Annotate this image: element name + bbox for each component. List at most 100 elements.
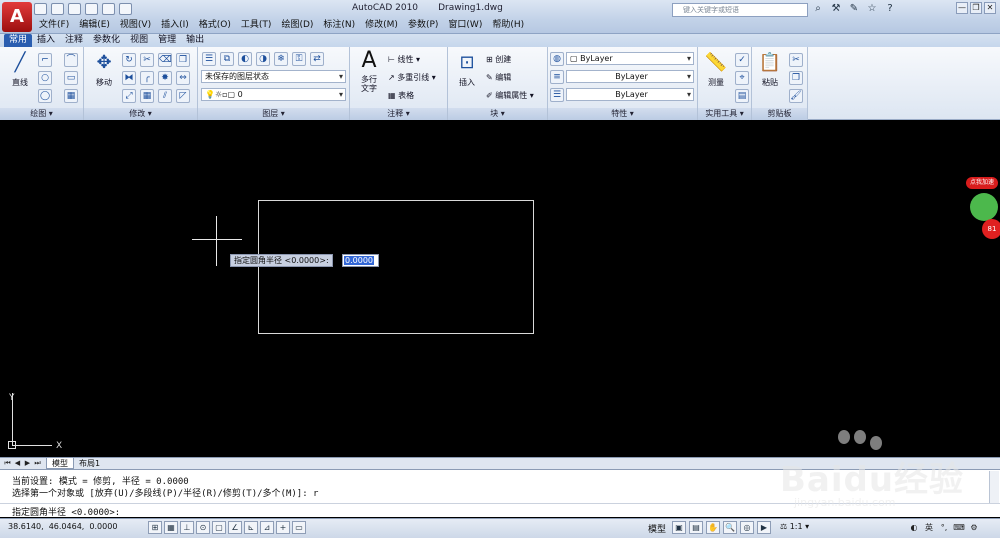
linetype-icon[interactable]: ≡ xyxy=(550,70,564,84)
ime-language[interactable]: 英 xyxy=(923,521,935,534)
grid-icon[interactable]: ▦ xyxy=(164,521,178,534)
menu-draw[interactable]: 绘图(D) xyxy=(276,17,318,33)
tab-layout1[interactable]: 布局1 xyxy=(74,458,105,469)
copy-clip-icon[interactable]: ❐ xyxy=(789,71,803,85)
menu-view[interactable]: 视图(V) xyxy=(115,17,156,33)
tab-output[interactable]: 输出 xyxy=(181,34,209,47)
layer-state-dropdown[interactable]: 未保存的图层状态 xyxy=(201,70,346,83)
open-file-icon[interactable] xyxy=(51,3,64,15)
showmotion-icon[interactable]: ▶ xyxy=(757,521,771,534)
ortho-icon[interactable]: ⊥ xyxy=(180,521,194,534)
close-button[interactable]: ✕ xyxy=(984,2,996,14)
zoom-icon[interactable]: 🔍 xyxy=(723,521,737,534)
dyn-icon[interactable]: ⊿ xyxy=(260,521,274,534)
edit-block-button[interactable]: ✎ 编辑 xyxy=(486,72,511,83)
menu-parametric[interactable]: 参数(P) xyxy=(403,17,443,33)
layer-isolate-icon[interactable]: ◑ xyxy=(256,52,270,66)
snap-icon[interactable]: ⊞ xyxy=(148,521,162,534)
mtext-button[interactable]: A 多行 文字 xyxy=(354,49,384,94)
paste-button[interactable]: 📋 粘贴 xyxy=(754,51,786,88)
tab-home[interactable]: 常用 xyxy=(4,34,33,47)
ducs-icon[interactable]: ⊾ xyxy=(244,521,258,534)
measure-button[interactable]: 📏 测量 xyxy=(700,51,732,88)
menu-dimension[interactable]: 标注(N) xyxy=(318,17,360,33)
multileader-button[interactable]: ↗ 多重引线 ▾ xyxy=(388,72,436,83)
undo-icon[interactable] xyxy=(85,3,98,15)
prev-tab-icon[interactable]: ◀ xyxy=(13,459,22,468)
insert-block-button[interactable]: ⊡ 插入 xyxy=(452,51,482,88)
match-properties-icon[interactable]: 🖌 xyxy=(789,89,803,103)
application-menu-button[interactable]: A xyxy=(2,2,32,32)
annotation-scale[interactable]: ⚖ 1:1 ▾ xyxy=(780,522,809,531)
menu-modify[interactable]: 修改(M) xyxy=(360,17,403,33)
help-search-input[interactable]: 键入关键字或短语 xyxy=(672,3,808,17)
modify-panel-title[interactable]: 修改 ▾ xyxy=(84,108,197,120)
quick-view-layouts-icon[interactable]: ▣ xyxy=(672,521,686,534)
table-button[interactable]: ▦ 表格 xyxy=(388,90,414,101)
hatch-icon[interactable]: ▦ xyxy=(64,89,78,103)
new-file-icon[interactable] xyxy=(34,3,47,15)
last-tab-icon[interactable]: ⏭ xyxy=(33,459,42,468)
layer-freeze-icon[interactable]: ❄ xyxy=(274,52,288,66)
menu-window[interactable]: 窗口(W) xyxy=(443,17,487,33)
menu-insert[interactable]: 插入(I) xyxy=(156,17,194,33)
communication-icon[interactable]: ✎ xyxy=(848,3,860,15)
circle-icon[interactable]: ○ xyxy=(38,71,52,85)
first-tab-icon[interactable]: ⏮ xyxy=(3,459,12,468)
color-wheel-icon[interactable]: ◍ xyxy=(550,52,564,66)
annotation-panel-title[interactable]: 注释 ▾ xyxy=(350,108,447,120)
steeringwheel-icon[interactable]: ◎ xyxy=(740,521,754,534)
menu-edit[interactable]: 编辑(E) xyxy=(74,17,115,33)
linear-dim-button[interactable]: ⊢ 线性 ▾ xyxy=(388,54,420,65)
ime-mode-icon[interactable]: ◐ xyxy=(908,521,920,534)
block-panel-title[interactable]: 块 ▾ xyxy=(448,108,547,120)
ime-settings-icon[interactable]: ⚙ xyxy=(968,521,980,534)
next-tab-icon[interactable]: ▶ xyxy=(23,459,32,468)
tab-insert[interactable]: 插入 xyxy=(32,34,60,47)
lineweight-icon[interactable]: ☰ xyxy=(550,88,564,102)
quick-select-icon[interactable]: ✓ xyxy=(735,53,749,67)
polyline-icon[interactable]: ⌐ xyxy=(38,53,52,67)
stretch-icon[interactable]: ⇔ xyxy=(176,71,190,85)
draw-panel-title[interactable]: 绘图 ▾ xyxy=(0,108,83,120)
trim-icon[interactable]: ✂ xyxy=(140,53,154,67)
save-icon[interactable] xyxy=(68,3,81,15)
tab-manage[interactable]: 管理 xyxy=(153,34,181,47)
promo-widget[interactable]: 点我加速 81 xyxy=(966,177,1000,243)
subscription-icon[interactable]: ⚒ xyxy=(830,3,842,15)
lineweight-dropdown[interactable]: ByLayer xyxy=(566,88,694,101)
chamfer-icon[interactable]: ◸ xyxy=(176,89,190,103)
tab-annotate[interactable]: 注释 xyxy=(60,34,88,47)
dynamic-input-field[interactable]: 0.0000 xyxy=(342,254,379,267)
menu-tools[interactable]: 工具(T) xyxy=(236,17,277,33)
erase-icon[interactable]: ⌫ xyxy=(158,53,172,67)
explode-icon[interactable]: ✸ xyxy=(158,71,172,85)
drawn-rectangle[interactable] xyxy=(258,200,534,334)
line-button[interactable]: ╱ 直线 xyxy=(6,51,34,88)
command-line[interactable]: 指定圆角半径 <0.0000>: xyxy=(0,503,1000,518)
mirror-icon[interactable]: ⧓ xyxy=(122,71,136,85)
linetype-dropdown[interactable]: ByLayer xyxy=(566,70,694,83)
quick-view-drawings-icon[interactable]: ▤ xyxy=(689,521,703,534)
menu-help[interactable]: 帮助(H) xyxy=(487,17,529,33)
layer-match-icon[interactable]: ⇄ xyxy=(310,52,324,66)
utilities-panel-title[interactable]: 实用工具 ▾ xyxy=(698,108,751,120)
array-icon[interactable]: ▦ xyxy=(140,89,154,103)
cut-icon[interactable]: ✂ xyxy=(789,53,803,67)
drawing-area[interactable]: 指定圆角半径 <0.0000>: 0.0000 Y X 点我加速 81 xyxy=(0,121,1000,457)
redo-icon[interactable] xyxy=(102,3,115,15)
pan-icon[interactable]: ✋ xyxy=(706,521,720,534)
layer-state-icon[interactable]: ⧉ xyxy=(220,52,234,66)
otrack-icon[interactable]: ∠ xyxy=(228,521,242,534)
ellipse-icon[interactable]: ◯ xyxy=(38,89,52,103)
arc-icon[interactable]: ⌒ xyxy=(64,53,78,67)
layer-lock-icon[interactable]: ⚿ xyxy=(292,52,306,66)
rotate-icon[interactable]: ↻ xyxy=(122,53,136,67)
edit-attributes-button[interactable]: ✐ 编辑属性 ▾ xyxy=(486,90,534,101)
ime-keyboard-icon[interactable]: ⌨ xyxy=(953,521,965,534)
ime-punct-icon[interactable]: °, xyxy=(938,521,950,534)
copy-icon[interactable]: ❐ xyxy=(176,53,190,67)
osnap-icon[interactable]: ▢ xyxy=(212,521,226,534)
color-dropdown[interactable]: ▢ ByLayer xyxy=(566,52,694,65)
menu-file[interactable]: 文件(F) xyxy=(34,17,74,33)
